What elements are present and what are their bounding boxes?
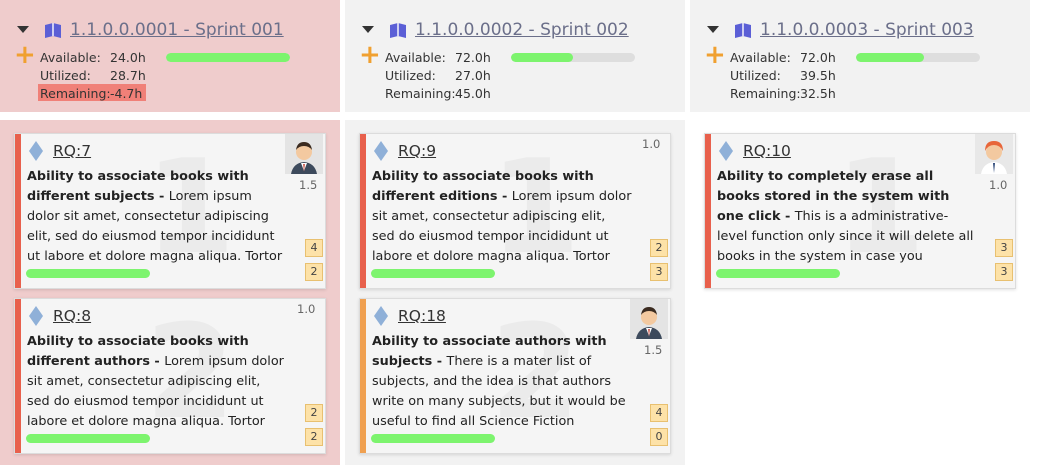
- requirement-diamond-icon: [374, 306, 388, 326]
- requirement-diamond-icon: [374, 141, 388, 161]
- card-progress-bar: [716, 269, 840, 278]
- utilized-label: Utilized:: [40, 68, 91, 83]
- avatar-man-icon: [285, 134, 323, 174]
- utilized-label: Utilized:: [385, 68, 436, 83]
- card-id-link[interactable]: RQ:18: [398, 307, 446, 325]
- collapse-arrow-icon[interactable]: [17, 26, 29, 33]
- utilized-label: Utilized:: [730, 68, 781, 83]
- utilized-value: 39.5h: [800, 68, 836, 83]
- release-book-icon: [390, 23, 406, 38]
- card-id-link[interactable]: RQ:10: [743, 142, 791, 160]
- estimate-value: 1.0: [297, 302, 316, 316]
- priority-stripe: [705, 134, 711, 288]
- available-label: Available:: [385, 50, 446, 65]
- defect-count-badge: 2: [305, 428, 323, 446]
- remaining-value: 32.5h: [800, 86, 836, 101]
- card-id-link[interactable]: RQ:8: [53, 307, 91, 325]
- available-label: Available:: [40, 50, 101, 65]
- defect-count-badge: 0: [650, 428, 668, 446]
- add-plus-icon[interactable]: +: [359, 42, 381, 68]
- release-book-icon: [45, 23, 61, 38]
- avatar-man-icon: [630, 299, 668, 339]
- card-id-link[interactable]: RQ:9: [398, 142, 436, 160]
- add-plus-icon[interactable]: +: [704, 42, 726, 68]
- sprint-title-link[interactable]: 1.1.0.0.0002 - Sprint 002: [415, 20, 629, 40]
- available-value: 24.0h: [110, 50, 146, 65]
- sprint-title-link[interactable]: 1.1.0.0.0003 - Sprint 003: [760, 20, 974, 40]
- card-separator: -: [780, 209, 795, 224]
- sprint-title-link[interactable]: 1.1.0.0.0001 - Sprint 001: [70, 20, 284, 40]
- available-value: 72.0h: [800, 50, 836, 65]
- remaining-value: 45.0h: [455, 86, 491, 101]
- avatar-redhair-icon: [975, 134, 1013, 174]
- card-progress-bar: [26, 434, 150, 443]
- requirement-card[interactable]: 1 RQ:9 1.0 Ability to associate books wi…: [359, 133, 671, 289]
- requirement-card[interactable]: 2 RQ:8 1.0 Ability to associate books wi…: [14, 298, 326, 454]
- sprint-progress-bar: [856, 53, 980, 62]
- defect-count-badge: 3: [995, 263, 1013, 281]
- card-id-link[interactable]: RQ:7: [53, 142, 91, 160]
- sprint-column: 1.1.0.0.0001 - Sprint 001 + Available: 2…: [0, 0, 340, 465]
- collapse-arrow-icon[interactable]: [362, 26, 374, 33]
- card-text: Ability to completely erase all books st…: [717, 167, 977, 267]
- card-separator: -: [149, 354, 165, 369]
- estimate-value: 1.5: [299, 178, 318, 192]
- card-separator: -: [154, 189, 169, 204]
- estimate-value: 1.0: [642, 137, 661, 151]
- priority-stripe: [15, 299, 21, 453]
- requirement-card[interactable]: 1 RQ:10 1.0 Ability to completely erase …: [704, 133, 1016, 289]
- card-progress-bar: [26, 269, 150, 278]
- card-separator: -: [497, 189, 512, 204]
- requirement-card[interactable]: 1 RQ:7 1.5 Ability to associate books wi…: [14, 133, 326, 289]
- priority-stripe: [15, 134, 21, 288]
- remaining-label: Remaining:: [385, 86, 456, 101]
- estimate-value: 1.5: [644, 343, 663, 357]
- priority-stripe: [360, 299, 366, 453]
- add-plus-icon[interactable]: +: [14, 42, 36, 68]
- task-count-badge: 2: [305, 404, 323, 422]
- sprint-progress-bar: [166, 53, 290, 62]
- release-book-icon: [735, 23, 751, 38]
- priority-stripe: [360, 134, 366, 288]
- utilized-value: 28.7h: [110, 68, 146, 83]
- sprint-progress-bar: [511, 53, 635, 62]
- available-label: Available:: [730, 50, 791, 65]
- remaining-label: Remaining:: [730, 86, 801, 101]
- task-count-badge: 4: [305, 239, 323, 257]
- card-text: Ability to associate books with differen…: [372, 167, 632, 267]
- card-text: Ability to associate authors with subjec…: [372, 332, 632, 432]
- defect-count-badge: 3: [650, 263, 668, 281]
- collapse-arrow-icon[interactable]: [707, 26, 719, 33]
- available-value: 72.0h: [455, 50, 491, 65]
- card-progress-bar: [371, 269, 495, 278]
- estimate-value: 1.0: [989, 178, 1008, 192]
- task-count-badge: 4: [650, 404, 668, 422]
- card-separator: -: [432, 354, 447, 369]
- requirement-card[interactable]: 2 RQ:18 1.5 Ability to associate authors…: [359, 298, 671, 454]
- card-text: Ability to associate books with differen…: [27, 167, 287, 267]
- task-count-badge: 2: [650, 239, 668, 257]
- remaining-value: -4.7h: [110, 86, 143, 101]
- requirement-diamond-icon: [29, 141, 43, 161]
- sprint-column: 1.1.0.0.0002 - Sprint 002 + Available: 7…: [345, 0, 685, 465]
- card-progress-bar: [371, 434, 495, 443]
- remaining-label: Remaining:: [40, 86, 111, 101]
- requirement-diamond-icon: [29, 306, 43, 326]
- defect-count-badge: 2: [305, 263, 323, 281]
- requirement-diamond-icon: [719, 141, 733, 161]
- task-count-badge: 3: [995, 239, 1013, 257]
- sprint-column: 1.1.0.0.0003 - Sprint 003 + Available: 7…: [690, 0, 1030, 465]
- utilized-value: 27.0h: [455, 68, 491, 83]
- card-text: Ability to associate books with differen…: [27, 332, 287, 432]
